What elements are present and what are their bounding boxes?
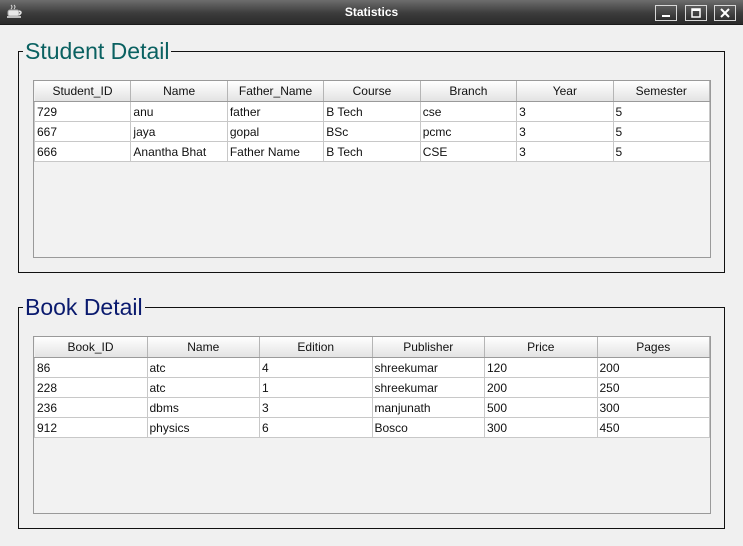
book-cell[interactable]: 6 xyxy=(259,417,373,438)
book-cell[interactable]: 1 xyxy=(259,377,373,398)
student-cell[interactable]: gopal xyxy=(226,121,325,142)
book-detail-panel: Book Detail Book_ID Name Edition Publisher P… xyxy=(18,294,725,529)
minimize-button[interactable] xyxy=(655,5,677,21)
student-cell[interactable]: 667 xyxy=(34,121,132,142)
student-cell[interactable]: B Tech xyxy=(323,101,421,122)
student-cell[interactable]: 3 xyxy=(516,121,614,142)
book-column-header[interactable]: Name xyxy=(147,337,260,358)
book-cell[interactable]: atc xyxy=(146,377,260,398)
book-column-header[interactable]: Edition xyxy=(259,337,373,358)
student-detail-heading: Student Detail xyxy=(23,38,172,64)
book-cell[interactable]: shreekumar xyxy=(371,377,485,398)
student-cell[interactable]: cse xyxy=(419,101,518,122)
student-column-header[interactable]: Name xyxy=(130,81,228,102)
book-cell[interactable]: atc xyxy=(146,357,260,378)
student-column-header[interactable]: Course xyxy=(323,81,421,102)
book-cell[interactable]: 86 xyxy=(34,357,148,378)
student-cell[interactable]: Father Name xyxy=(226,141,325,162)
student-detail-panel: Student Detail Student_ID Name Father_Name… xyxy=(18,38,725,273)
book-column-header[interactable]: Publisher xyxy=(372,337,485,358)
student-cell[interactable]: B Tech xyxy=(323,141,421,162)
student-column-header[interactable]: Branch xyxy=(420,81,518,102)
window-title: Statistics xyxy=(344,5,399,19)
book-cell[interactable]: 4 xyxy=(259,357,373,378)
table-row[interactable]: 236 dbms 3 manjunath 500 300 xyxy=(34,397,710,418)
minimize-icon xyxy=(656,8,676,18)
student-column-header[interactable]: Semester xyxy=(613,81,710,102)
table-row[interactable]: 228 atc 1 shreekumar 200 250 xyxy=(34,377,710,398)
book-cell[interactable]: 236 xyxy=(34,397,148,418)
book-cell[interactable]: 912 xyxy=(34,417,148,438)
book-detail-heading: Book Detail xyxy=(23,294,145,320)
table-row[interactable]: 86 atc 4 shreekumar 120 200 xyxy=(34,357,710,378)
student-column-header[interactable]: Student_ID xyxy=(34,81,132,102)
book-cell[interactable]: 120 xyxy=(484,357,598,378)
maximize-icon xyxy=(686,8,706,18)
student-cell[interactable]: BSc xyxy=(323,121,421,142)
student-column-header[interactable]: Father_Name xyxy=(227,81,325,102)
student-cell[interactable]: CSE xyxy=(419,141,518,162)
table-row[interactable]: 912 physics 6 Bosco 300 450 xyxy=(34,417,710,438)
book-cell[interactable]: 200 xyxy=(596,357,710,378)
book-cell[interactable]: 450 xyxy=(596,417,710,438)
student-cell[interactable]: anu xyxy=(130,101,228,122)
student-cell[interactable]: father xyxy=(226,101,325,122)
book-cell[interactable]: 500 xyxy=(484,397,598,418)
student-cell[interactable]: 5 xyxy=(612,141,710,162)
book-cell[interactable]: Bosco xyxy=(371,417,485,438)
maximize-button[interactable] xyxy=(685,5,707,21)
book-cell[interactable]: 300 xyxy=(484,417,598,438)
table-row[interactable]: 666 Anantha Bhat Father Name B Tech CSE 3 5 xyxy=(34,141,710,162)
book-cell[interactable]: shreekumar xyxy=(371,357,485,378)
book-cell[interactable]: 228 xyxy=(34,377,148,398)
book-cell[interactable]: physics xyxy=(146,417,260,438)
student-cell[interactable]: 5 xyxy=(612,121,710,142)
table-row[interactable]: 729 anu father B Tech cse 3 5 xyxy=(34,101,710,122)
table-row[interactable]: 667 jaya gopal BSc pcmc 3 5 xyxy=(34,121,710,142)
student-column-header[interactable]: Year xyxy=(516,81,614,102)
student-cell[interactable]: 666 xyxy=(34,141,132,162)
book-cell[interactable]: 3 xyxy=(259,397,373,418)
student-cell[interactable]: 3 xyxy=(516,141,614,162)
student-cell[interactable]: 3 xyxy=(516,101,614,122)
book-cell[interactable]: manjunath xyxy=(371,397,485,418)
book-cell[interactable]: 200 xyxy=(484,377,598,398)
book-cell[interactable]: 300 xyxy=(596,397,710,418)
book-table-viewport[interactable]: Book_ID Name Edition Publisher Price Pages 86… xyxy=(33,336,711,514)
student-cell[interactable]: pcmc xyxy=(419,121,518,142)
book-cell[interactable]: dbms xyxy=(146,397,260,418)
student-cell[interactable]: jaya xyxy=(130,121,228,142)
book-table[interactable]: Book_ID Name Edition Publisher Price Pages 86… xyxy=(34,337,710,438)
title-bar[interactable]: Statistics xyxy=(0,0,743,25)
student-table[interactable]: Student_ID Name Father_Name Course Branch Yea… xyxy=(34,81,710,162)
close-icon xyxy=(715,8,735,18)
book-cell[interactable]: 250 xyxy=(596,377,710,398)
student-cell[interactable]: Anantha Bhat xyxy=(130,141,228,162)
close-button[interactable] xyxy=(714,5,736,21)
student-cell[interactable]: 5 xyxy=(612,101,710,122)
book-column-header[interactable]: Price xyxy=(484,337,598,358)
student-cell[interactable]: 729 xyxy=(34,101,132,122)
book-column-header[interactable]: Pages xyxy=(597,337,710,358)
book-column-header[interactable]: Book_ID xyxy=(34,337,148,358)
student-table-viewport[interactable]: Student_ID Name Father_Name Course Branch Yea… xyxy=(33,80,711,258)
